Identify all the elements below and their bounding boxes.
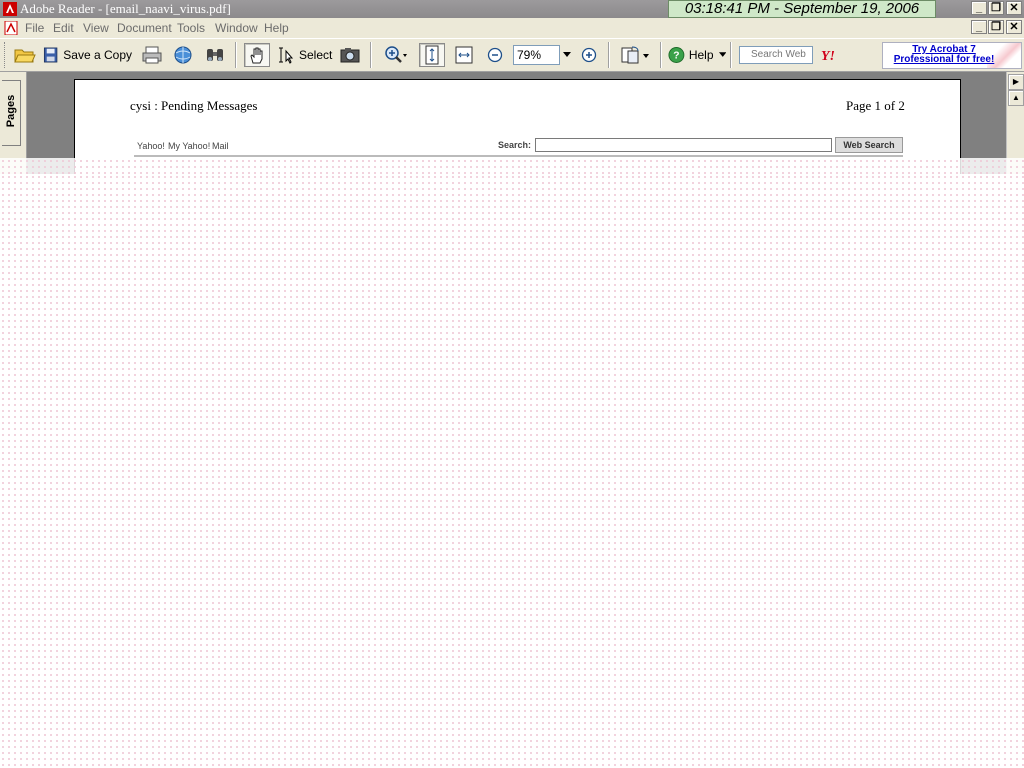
camera-icon — [340, 48, 360, 63]
magnifier-zoom-icon — [385, 46, 407, 63]
ad-link[interactable]: Try Acrobat 7 Professional for free! — [883, 45, 1005, 65]
clock-display: 03:18:41 PM - September 19, 2006 — [668, 0, 936, 18]
binoculars-icon — [207, 49, 223, 61]
select-label: Select — [299, 48, 333, 62]
fit-page-icon — [425, 45, 439, 65]
web-search-button[interactable]: Web Search — [835, 137, 903, 153]
menu-help[interactable]: Help — [264, 21, 289, 35]
menu-tools[interactable]: Tools — [177, 21, 205, 35]
zoom-in-button[interactable] — [578, 43, 600, 67]
find-button[interactable] — [202, 43, 228, 67]
doc-restore-button[interactable]: ❐ — [988, 20, 1004, 34]
toolbar-separator — [660, 42, 662, 68]
acrobat-ad-banner[interactable]: Try Acrobat 7 Professional for free! — [882, 42, 1022, 69]
save-copy-label: Save a Copy — [63, 48, 132, 62]
zoom-in-icon — [581, 47, 597, 63]
text-select-icon — [279, 47, 294, 64]
folder-open-icon — [14, 49, 36, 63]
menu-view[interactable]: View — [83, 21, 109, 35]
print-button[interactable] — [139, 43, 165, 67]
svg-text:?: ? — [673, 51, 679, 62]
minimize-button[interactable]: _ — [971, 1, 987, 15]
zoom-dropdown-button[interactable] — [560, 43, 574, 67]
fit-width-icon — [455, 46, 473, 64]
my-yahoo-link[interactable]: My Yahoo! — [168, 141, 210, 151]
zoom-out-icon — [487, 47, 503, 63]
rotate-pages-icon — [621, 46, 649, 64]
divider — [134, 155, 903, 157]
window-title: Adobe Reader - [email_naavi_virus.pdf] — [20, 1, 231, 16]
hand-tool-button[interactable] — [244, 43, 270, 67]
toolbar-separator — [608, 42, 610, 68]
page-number: Page 1 of 2 — [846, 98, 905, 113]
pages-tab-label: Pages — [5, 94, 17, 128]
toolbar-separator — [730, 42, 732, 68]
menu-file[interactable]: File — [25, 21, 44, 35]
fit-page-button[interactable] — [419, 43, 445, 67]
chevron-down-icon — [563, 52, 571, 57]
snapshot-button[interactable] — [337, 43, 363, 67]
toolbar-separator — [370, 42, 372, 68]
web-search-input[interactable] — [535, 138, 832, 152]
menu-window[interactable]: Window — [215, 21, 258, 35]
open-button[interactable] — [12, 43, 38, 67]
doc-minimize-button[interactable]: _ — [971, 20, 987, 34]
email-button[interactable] — [170, 43, 196, 67]
menu-document[interactable]: Document — [117, 21, 172, 35]
yahoo-link[interactable]: Yahoo! — [137, 141, 165, 151]
pages-tab[interactable]: Pages — [2, 80, 21, 146]
fit-width-button[interactable] — [451, 43, 477, 67]
toolbar-separator — [235, 42, 237, 68]
help-icon: ? — [668, 47, 685, 63]
page-next-button[interactable]: ▶ — [1008, 74, 1024, 90]
toolbar-grip — [4, 42, 7, 68]
help-button[interactable]: ? Help — [668, 43, 726, 67]
printer-icon — [142, 46, 162, 64]
web-search-label: Search: — [498, 140, 532, 150]
hand-icon — [250, 47, 263, 64]
restore-button[interactable]: ❐ — [988, 1, 1004, 15]
scroll-up-button[interactable]: ▲ — [1008, 90, 1024, 106]
adobe-reader-icon — [3, 2, 17, 16]
close-button[interactable]: ✕ — [1006, 1, 1022, 15]
menu-edit[interactable]: Edit — [53, 21, 74, 35]
doc-close-button[interactable]: ✕ — [1006, 20, 1022, 34]
help-label: Help — [688, 48, 714, 62]
zoom-out-button[interactable] — [484, 43, 506, 67]
rotate-view-button[interactable] — [616, 43, 654, 67]
toolbar: Save a Copy Select 79% ? Help Search Web… — [0, 38, 1024, 72]
yahoo-logo-icon: Y! — [821, 49, 835, 63]
menu-bar: File Edit View Document Tools Window Hel… — [0, 18, 1024, 38]
floppy-disk-icon — [43, 47, 58, 63]
zoom-in-tool-button[interactable] — [378, 43, 414, 67]
search-web-input[interactable]: Search Web — [739, 46, 813, 64]
yahoo-button[interactable]: Y! — [818, 43, 842, 67]
zoom-level-input[interactable]: 79% — [513, 45, 560, 65]
dotted-overlay — [0, 174, 1024, 768]
select-tool-button[interactable]: Select — [276, 43, 334, 67]
chevron-down-icon — [718, 52, 726, 57]
mail-link[interactable]: Mail — [212, 141, 229, 151]
pdf-document-icon — [4, 21, 18, 35]
svg-text:Y!: Y! — [821, 49, 835, 63]
save-copy-button[interactable]: Save a Copy — [42, 43, 132, 67]
page-header-title: cysi : Pending Messages — [130, 98, 258, 113]
globe-email-icon — [174, 46, 192, 64]
